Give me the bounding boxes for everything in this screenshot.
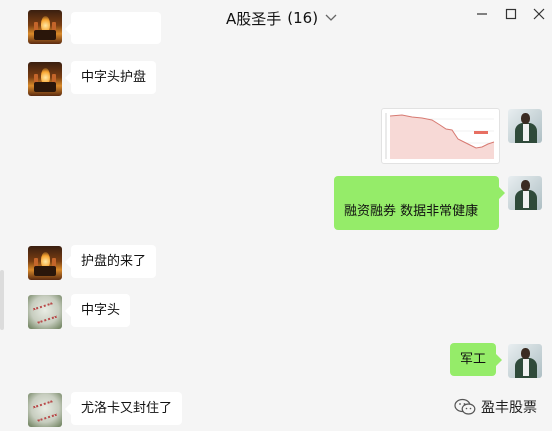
message-text: 中字头护盘: [81, 70, 147, 85]
message-text: 护盘的来了: [81, 254, 147, 269]
avatar[interactable]: [28, 10, 62, 44]
minimize-icon[interactable]: [474, 6, 490, 22]
message-text: 尤洛卡又封住了: [81, 401, 173, 416]
message-bubble[interactable]: [65, 12, 161, 44]
chevron-down-icon[interactable]: [324, 11, 338, 25]
message-bubble[interactable]: 护盘的来了: [64, 245, 157, 278]
member-count: (16): [287, 9, 319, 27]
watermark: 盈丰股票: [454, 397, 537, 417]
message-text: 融资融券 数据非常健康: [344, 204, 479, 219]
maximize-icon[interactable]: [503, 6, 519, 22]
message-bubble[interactable]: 中字头护盘: [64, 61, 157, 94]
message-text: 中字头: [81, 303, 121, 318]
avatar[interactable]: [508, 176, 542, 210]
message-bubble[interactable]: 融资融券 数据非常健康: [334, 176, 505, 230]
avatar[interactable]: [28, 62, 62, 96]
scrollbar[interactable]: [0, 270, 4, 330]
avatar[interactable]: [508, 109, 542, 143]
chat-title[interactable]: A股圣手 (16): [226, 8, 338, 28]
avatar[interactable]: [28, 295, 62, 329]
close-icon[interactable]: [531, 6, 547, 22]
message-bubble[interactable]: 军工: [450, 343, 503, 376]
message-bubble[interactable]: 尤洛卡又封住了: [64, 392, 183, 425]
message-bubble[interactable]: 中字头: [64, 294, 131, 327]
chart-thumbnail: [385, 113, 495, 159]
image-message[interactable]: [381, 108, 500, 164]
avatar[interactable]: [28, 393, 62, 427]
watermark-text: 盈丰股票: [481, 400, 537, 416]
avatar[interactable]: [28, 246, 62, 280]
message-text: 军工: [460, 352, 487, 367]
wechat-icon: [454, 398, 476, 415]
message-list[interactable]: 中字头护盘 融资融券 数据非常健康 护盘的来了 中字头 军工 尤洛卡又封住了: [0, 10, 552, 431]
avatar[interactable]: [508, 344, 542, 378]
group-name: A股圣手: [226, 9, 282, 28]
